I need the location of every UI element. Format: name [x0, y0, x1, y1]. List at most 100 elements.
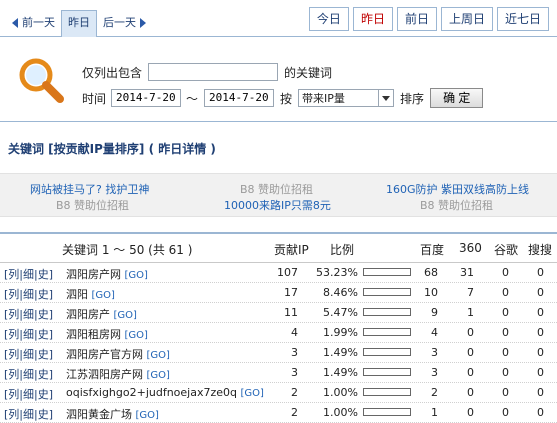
google-cell: 0: [502, 346, 509, 359]
keyword-cell: 泗阳房产官方网 [GO]: [66, 346, 170, 362]
prev-day-link[interactable]: 前一天: [6, 12, 61, 34]
header-keyword: 关键词 1 ～ 50 (共 61 ): [62, 243, 193, 257]
date-to-input[interactable]: [204, 89, 275, 107]
history-link[interactable]: |史]: [34, 288, 53, 301]
quick-range-button[interactable]: 上周日: [440, 7, 493, 31]
quick-range-button[interactable]: 近七日: [496, 7, 549, 31]
confirm-button[interactable]: 确 定: [430, 88, 484, 108]
ratio-bar: [363, 408, 411, 416]
ad-slot-1[interactable]: B8 赞助位招租: [240, 181, 313, 197]
keyword-text[interactable]: 泗阳房产: [66, 308, 110, 321]
detail-link[interactable]: |细: [19, 388, 34, 401]
keyword-table: 关键词 1 ～ 50 (共 61 ) 贡献IP 比例 百度 360 谷歌 搜搜 …: [0, 232, 557, 423]
ad-link-1[interactable]: 网站被挂马了? 找护卫神: [30, 181, 149, 197]
s360-cell: 0: [467, 386, 474, 399]
sort-field-select[interactable]: 带来IP量: [298, 89, 395, 107]
list-link[interactable]: [列: [4, 268, 19, 281]
history-link[interactable]: |史]: [34, 348, 53, 361]
s360-cell: 0: [467, 366, 474, 379]
keyword-cell: 泗阳黄金广场 [GO]: [66, 406, 159, 422]
ratio-cell: 1.49%: [323, 346, 358, 359]
header-google[interactable]: 谷歌: [494, 241, 518, 258]
go-link[interactable]: [GO]: [125, 330, 148, 341]
quick-range-button[interactable]: 昨日: [352, 7, 393, 31]
keyword-input[interactable]: [148, 63, 279, 81]
next-day-link[interactable]: 后一天: [97, 12, 152, 34]
header-ratio: 比例: [330, 243, 355, 257]
sogou-cell: 0: [537, 406, 544, 419]
detail-link[interactable]: |细: [19, 288, 34, 301]
top-nav-bar: 前一天 昨日 后一天 今日 昨日 前日 上周日 近七日: [0, 0, 557, 38]
ad-link-3[interactable]: 10000来路IP只需8元: [224, 197, 331, 213]
table-header: 关键词 1 ～ 50 (共 61 ) 贡献IP 比例 百度 360 谷歌 搜搜: [0, 232, 557, 263]
header-ip[interactable]: 贡献IP: [274, 241, 309, 258]
keyword-filter-row: 仅列出包含 的关键词: [82, 63, 332, 81]
quick-range-button[interactable]: 今日: [308, 7, 349, 31]
ad-slot-3[interactable]: B8 赞助位招租: [420, 197, 493, 213]
list-link[interactable]: [列: [4, 368, 19, 381]
history-link[interactable]: |史]: [34, 328, 53, 341]
baidu-cell: 3: [431, 346, 438, 359]
google-cell: 0: [502, 266, 509, 279]
sogou-cell: 0: [537, 306, 544, 319]
current-day-tab[interactable]: 昨日: [61, 10, 97, 38]
header-sogou[interactable]: 搜搜: [528, 241, 552, 258]
quick-range-buttons: 今日 昨日 前日 上周日 近七日: [308, 7, 549, 31]
list-link[interactable]: [列: [4, 288, 19, 301]
ratio-bar: [363, 348, 411, 356]
history-link[interactable]: |史]: [34, 368, 53, 381]
go-link[interactable]: [GO]: [136, 410, 159, 421]
arrow-left-icon: [12, 18, 18, 28]
arrow-right-icon: [140, 18, 146, 28]
ad-link-2[interactable]: 160G防护 紫田双线高防上线: [386, 181, 529, 197]
keyword-text[interactable]: 江苏泗阳房产网: [66, 368, 143, 381]
detail-link[interactable]: |细: [19, 328, 34, 341]
ad-slot-2[interactable]: B8 赞助位招租: [56, 197, 129, 213]
current-day-label: 昨日: [68, 16, 90, 29]
go-link[interactable]: [GO]: [147, 350, 170, 361]
table-row: [列|细|史] oqisfxighgo2+judfnoejax7ze0q [GO]…: [0, 383, 557, 403]
sogou-cell: 0: [537, 366, 544, 379]
baidu-cell: 68: [424, 266, 438, 279]
list-link[interactable]: [列: [4, 348, 19, 361]
keyword-text[interactable]: 泗阳租房网: [66, 328, 121, 341]
quick-range-button[interactable]: 前日: [396, 7, 437, 31]
ratio-cell: 1.49%: [323, 366, 358, 379]
ratio-cell: 8.46%: [323, 286, 358, 299]
detail-link[interactable]: |细: [19, 348, 34, 361]
go-link[interactable]: [GO]: [125, 270, 148, 281]
detail-link[interactable]: |细: [19, 368, 34, 381]
keyword-text[interactable]: 泗阳黄金广场: [66, 408, 132, 421]
list-link[interactable]: [列: [4, 308, 19, 321]
keyword-text[interactable]: oqisfxighgo2+judfnoejax7ze0q: [66, 386, 237, 399]
keyword-text[interactable]: 泗阳: [66, 288, 88, 301]
keyword-text[interactable]: 泗阳房产网: [66, 268, 121, 281]
baidu-cell: 4: [431, 326, 438, 339]
go-link[interactable]: [GO]: [147, 370, 170, 381]
list-link[interactable]: [列: [4, 328, 19, 341]
dropdown-arrow-icon[interactable]: [378, 90, 393, 106]
history-link[interactable]: |史]: [34, 308, 53, 321]
history-link[interactable]: |史]: [34, 408, 53, 421]
date-from-input[interactable]: [111, 89, 182, 107]
detail-link[interactable]: |细: [19, 308, 34, 321]
sogou-cell: 0: [537, 386, 544, 399]
header-baidu[interactable]: 百度: [420, 241, 444, 258]
list-link[interactable]: [列: [4, 388, 19, 401]
detail-link[interactable]: |细: [19, 408, 34, 421]
go-link[interactable]: [GO]: [241, 388, 264, 399]
table-row: [列|细|史] 泗阳租房网 [GO] 4 1.99% 4 0 0 0: [0, 323, 557, 343]
go-link[interactable]: [GO]: [114, 310, 137, 321]
ip-cell: 3: [291, 346, 298, 359]
ip-cell: 11: [284, 306, 298, 319]
detail-link[interactable]: |细: [19, 268, 34, 281]
ratio-cell: 1.00%: [323, 406, 358, 419]
history-link[interactable]: |史]: [34, 268, 53, 281]
baidu-cell: 3: [431, 366, 438, 379]
header-360[interactable]: 360: [459, 241, 482, 255]
list-link[interactable]: [列: [4, 408, 19, 421]
history-link[interactable]: |史]: [34, 388, 53, 401]
go-link[interactable]: [GO]: [92, 290, 115, 301]
keyword-text[interactable]: 泗阳房产官方网: [66, 348, 143, 361]
ratio-cell: 53.23%: [316, 266, 358, 279]
